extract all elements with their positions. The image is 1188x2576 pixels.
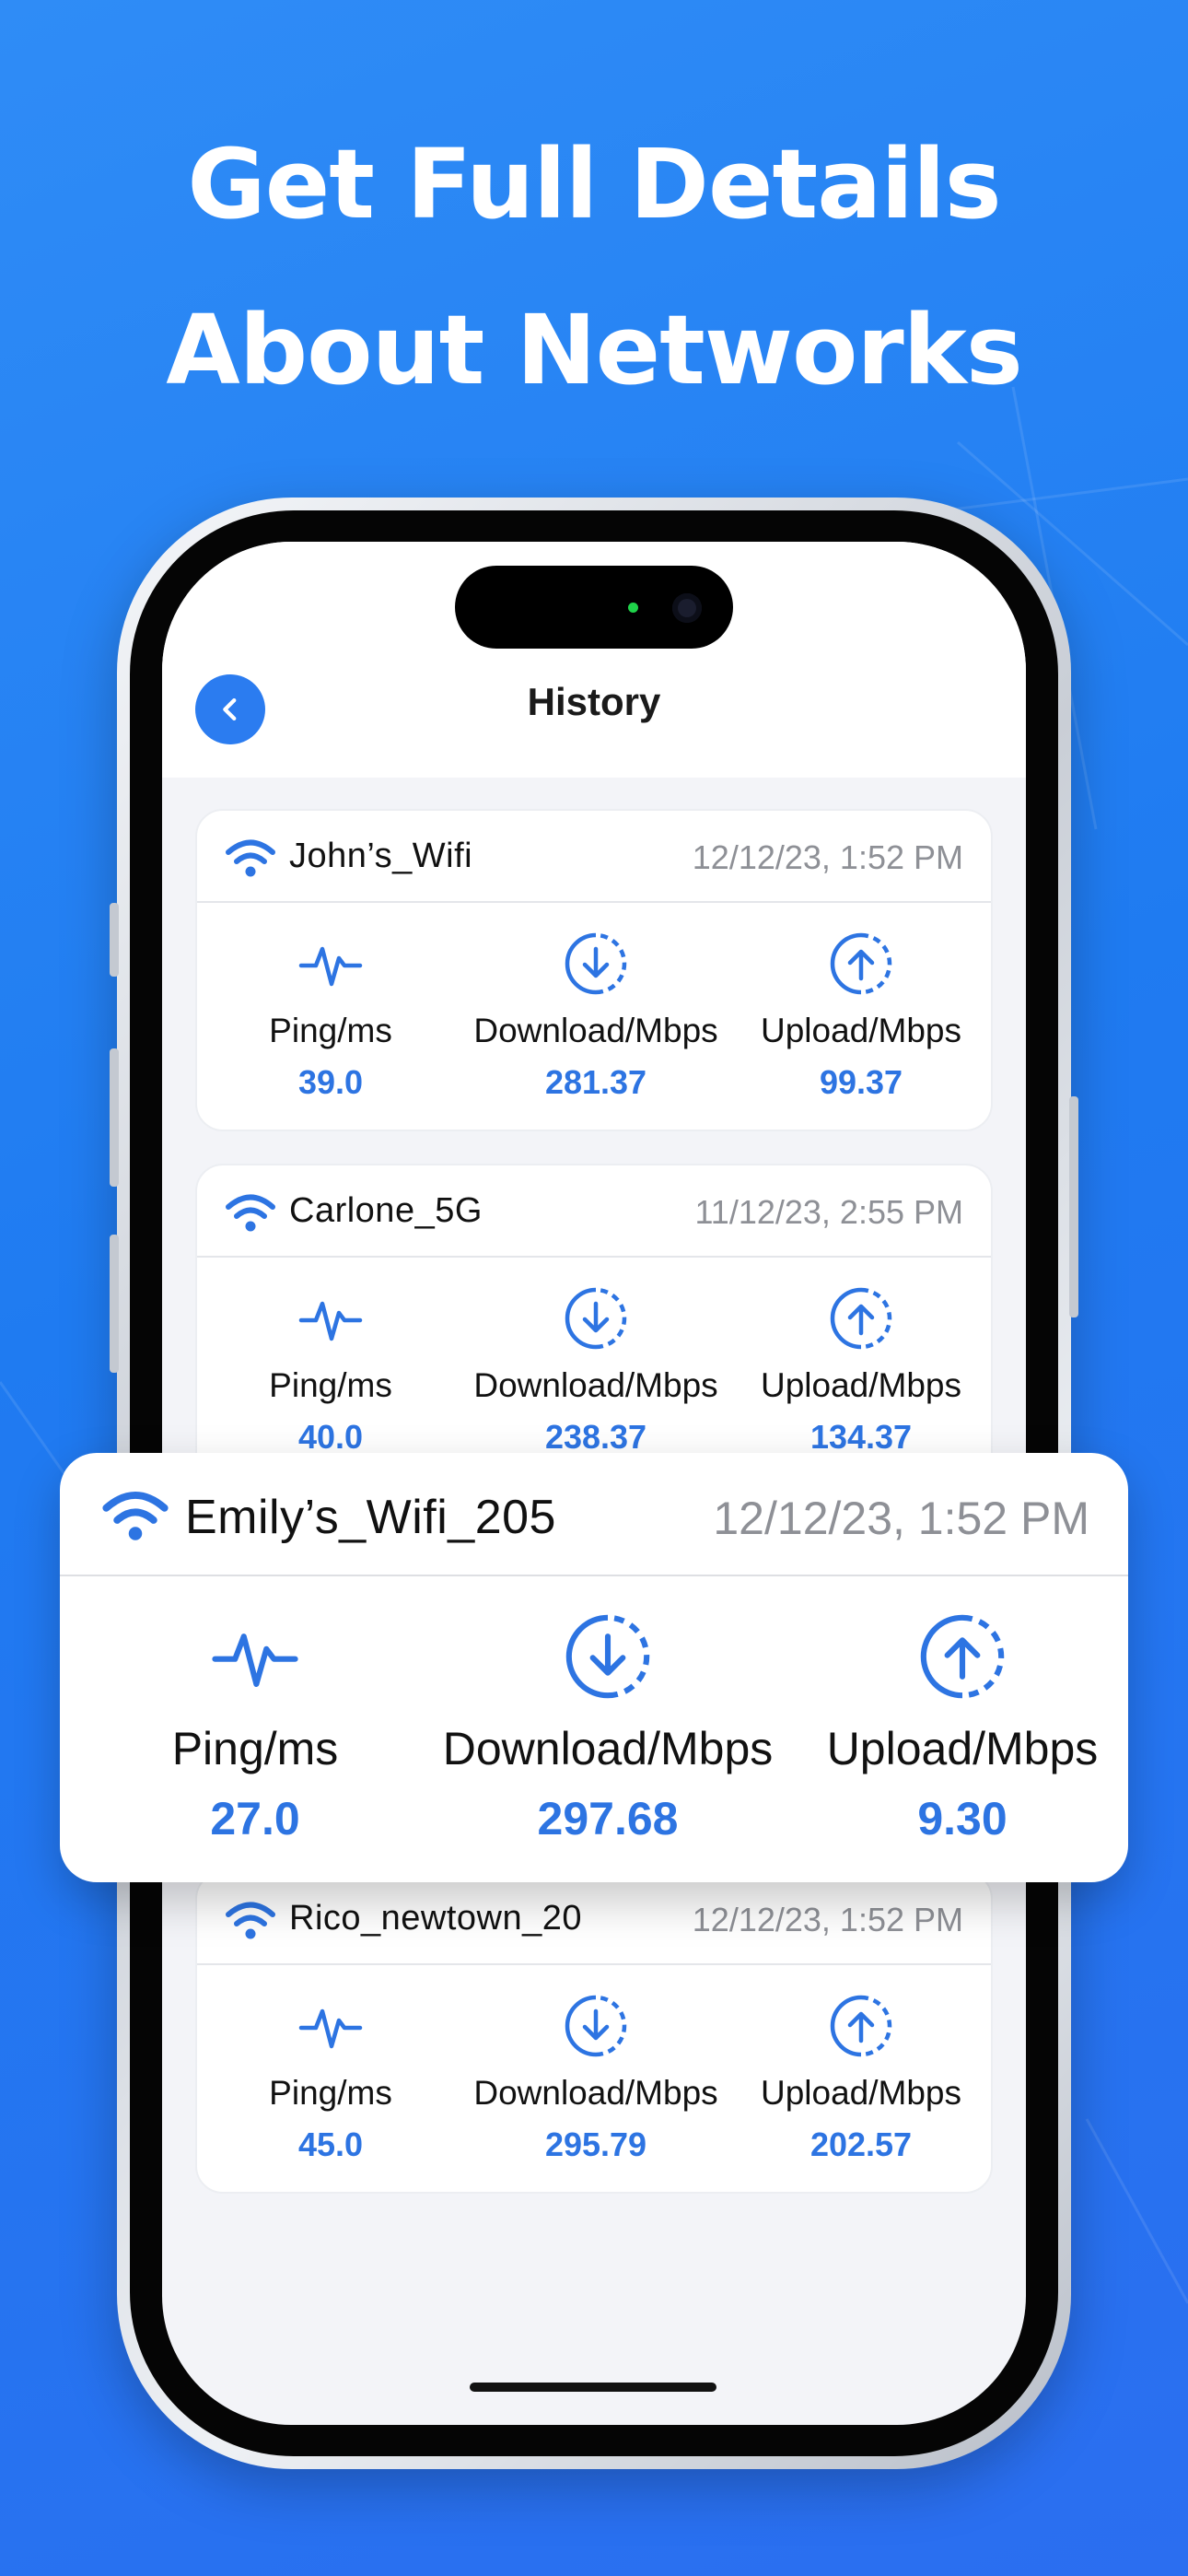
test-timestamp: 12/12/23, 1:52 PM: [692, 1901, 963, 1938]
ping-metric: Ping/ms 45.0: [197, 1993, 464, 2164]
upload-metric: Upload/Mbps 202.57: [728, 1993, 995, 2164]
ping-metric: Ping/ms 39.0: [197, 931, 464, 1102]
pulse-icon: [212, 1633, 298, 1688]
upload-metric: Upload/Mbps 9.30: [815, 1611, 1110, 1845]
upload-circle-icon: [830, 1287, 892, 1350]
upload-label: Upload/Mbps: [826, 1723, 1099, 1774]
upload-metric: Upload/Mbps 99.37: [728, 931, 995, 1102]
headline-line-1: Get Full Details: [187, 128, 1001, 240]
upload-value: 9.30: [917, 1793, 1007, 1844]
upload-circle-icon: [830, 1995, 892, 2057]
ping-label: Ping/ms: [269, 1012, 392, 1049]
download-value: 281.37: [544, 1063, 647, 1101]
history-record-card[interactable]: Carlone_5G 11/12/23, 2:55 PM Ping/ms 40.…: [195, 1164, 993, 1486]
download-circle-icon: [565, 1614, 650, 1699]
wifi-icon: [102, 1492, 169, 1540]
upload-value: 99.37: [819, 1063, 903, 1101]
network-name: Rico_newtown_20: [289, 1899, 583, 1938]
phone-silent-switch: [110, 903, 119, 977]
test-timestamp: 12/12/23, 1:52 PM: [713, 1493, 1089, 1544]
phone-volume-up: [110, 1048, 119, 1187]
download-value: 238.37: [544, 1418, 647, 1456]
upload-value: 134.37: [809, 1418, 913, 1456]
headline-line-2: About Networks: [166, 294, 1023, 406]
upload-metric: Upload/Mbps 134.37: [728, 1285, 995, 1457]
phone-volume-down: [110, 1235, 119, 1373]
ping-value: 39.0: [297, 1063, 364, 1101]
ping-label: Ping/ms: [269, 1366, 392, 1404]
phone-power-button: [1069, 1096, 1078, 1317]
network-name: John’s_Wifi: [289, 837, 473, 875]
front-camera: [672, 593, 702, 623]
pulse-icon: [298, 946, 363, 987]
home-indicator[interactable]: [470, 2383, 716, 2392]
download-label: Download/Mbps: [473, 2074, 718, 2112]
promo-headline: Get Full Details About Networks: [0, 101, 1188, 433]
test-timestamp: 11/12/23, 2:55 PM: [694, 1193, 963, 1231]
upload-value: 202.57: [809, 2125, 913, 2163]
ping-metric: Ping/ms 40.0: [197, 1285, 464, 1457]
ping-value: 40.0: [297, 1418, 364, 1456]
upload-circle-icon: [920, 1614, 1005, 1699]
download-value: 295.79: [544, 2125, 647, 2163]
download-metric: Download/Mbps 238.37: [462, 1285, 729, 1457]
history-record-card[interactable]: Rico_newtown_20 12/12/23, 1:52 PM Ping/m…: [195, 1871, 993, 2194]
ping-label: Ping/ms: [171, 1723, 339, 1774]
download-label: Download/Mbps: [473, 1012, 718, 1049]
record-header: Rico_newtown_20 12/12/23, 1:52 PM: [197, 1873, 991, 1965]
ping-value: 27.0: [210, 1793, 300, 1844]
highlighted-record-card[interactable]: Emily’s_Wifi_205 12/12/23, 1:52 PM Ping/…: [60, 1453, 1128, 1882]
ping-metric: Ping/ms 27.0: [99, 1611, 412, 1845]
wifi-icon: [226, 1902, 275, 1939]
download-metric: Download/Mbps 281.37: [462, 931, 729, 1102]
upload-circle-icon: [830, 932, 892, 995]
pulse-icon: [298, 1301, 363, 1341]
record-header: Emily’s_Wifi_205 12/12/23, 1:52 PM: [60, 1453, 1128, 1576]
ping-label: Ping/ms: [269, 2074, 392, 2112]
download-label: Download/Mbps: [473, 1366, 718, 1404]
dynamic-island: [455, 566, 733, 649]
history-record-card[interactable]: John’s_Wifi 12/12/23, 1:52 PM Ping/ms 39…: [195, 809, 993, 1131]
upload-label: Upload/Mbps: [760, 1012, 961, 1049]
record-header: Carlone_5G 11/12/23, 2:55 PM: [197, 1165, 991, 1258]
upload-label: Upload/Mbps: [760, 2074, 961, 2112]
download-circle-icon: [565, 1287, 627, 1350]
download-circle-icon: [565, 1995, 627, 2057]
network-name: Carlone_5G: [289, 1191, 483, 1230]
network-name: Emily’s_Wifi_205: [185, 1491, 556, 1544]
upload-label: Upload/Mbps: [760, 1366, 961, 1404]
ping-value: 45.0: [297, 2125, 364, 2163]
test-timestamp: 12/12/23, 1:52 PM: [692, 838, 963, 876]
page-title: History: [527, 680, 661, 723]
camera-indicator: [628, 603, 638, 613]
download-label: Download/Mbps: [442, 1723, 774, 1774]
download-metric: Download/Mbps 295.79: [462, 1993, 729, 2164]
download-metric: Download/Mbps 297.68: [414, 1611, 801, 1845]
wifi-icon: [226, 839, 275, 877]
download-value: 297.68: [537, 1793, 679, 1844]
wifi-icon: [226, 1194, 275, 1232]
pulse-icon: [298, 2008, 363, 2049]
download-circle-icon: [565, 932, 627, 995]
record-header: John’s_Wifi 12/12/23, 1:52 PM: [197, 811, 991, 903]
